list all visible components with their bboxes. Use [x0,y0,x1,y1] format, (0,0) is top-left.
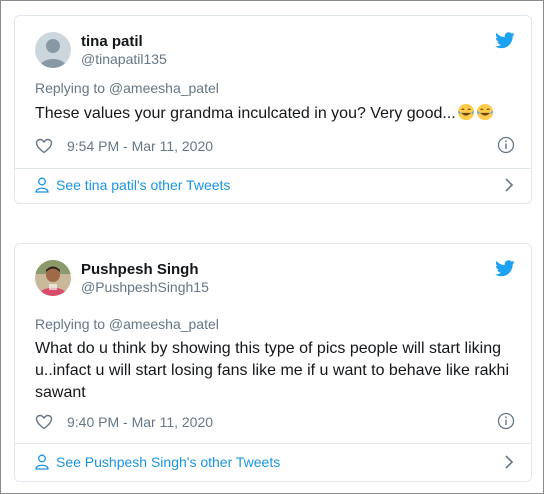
see-other-tweets-link[interactable]: See tina patil's other Tweets [35,175,515,195]
tweet-header: Pushpesh Singh @PushpeshSingh15 [35,258,209,298]
author-handle[interactable]: @PushpeshSingh15 [81,279,209,296]
chevron-right-icon[interactable] [503,454,515,470]
divider [15,443,531,444]
tweet-timestamp[interactable]: 9:54 PM - Mar 11, 2020 [67,138,213,154]
twitter-bird-icon[interactable] [495,32,515,49]
tweet-meta: 9:54 PM - Mar 11, 2020 [35,136,515,156]
author-name[interactable]: tina patil [81,33,167,51]
tweet-card-pushpesh-singh[interactable]: Pushpesh Singh @PushpeshSingh15 Replying… [14,243,532,482]
see-other-tweets-link[interactable]: See Pushpesh Singh's other Tweets [35,452,515,472]
divider [15,168,531,169]
author-handle[interactable]: @tinapatil135 [81,51,167,68]
twitter-bird-icon[interactable] [495,260,515,277]
see-other-tweets-label[interactable]: See tina patil's other Tweets [56,177,230,193]
tweet-text: These values your grandma inculcated in … [35,103,511,125]
heart-icon[interactable] [35,138,53,154]
tweet-text-body: These values your grandma inculcated in … [35,105,456,122]
tweet-meta: 9:40 PM - Mar 11, 2020 [35,412,515,432]
person-icon [35,177,49,193]
see-other-tweets-label[interactable]: See Pushpesh Singh's other Tweets [56,454,280,470]
page-frame: tina patil @tinapatil135 Replying to @am… [0,0,544,494]
tweet-header: tina patil @tinapatil135 [35,30,167,70]
chevron-right-icon[interactable] [503,177,515,193]
info-icon[interactable] [497,412,515,430]
avatar-default[interactable] [35,32,71,68]
avatar-photo[interactable] [35,260,71,296]
face-with-tears-of-joy-icon [476,103,493,121]
info-icon[interactable] [497,136,515,154]
replying-to[interactable]: Replying to @ameesha_patel [35,80,219,96]
tweet-timestamp[interactable]: 9:40 PM - Mar 11, 2020 [67,414,213,430]
tweet-card-tina-patil[interactable]: tina patil @tinapatil135 Replying to @am… [14,15,532,204]
person-icon [35,454,49,470]
author-name[interactable]: Pushpesh Singh [81,261,209,279]
face-with-tears-of-joy-icon [457,103,474,121]
tweet-text: What do u think by showing this type of … [35,340,509,401]
replying-to[interactable]: Replying to @ameesha_patel [35,316,219,332]
heart-icon[interactable] [35,414,53,430]
